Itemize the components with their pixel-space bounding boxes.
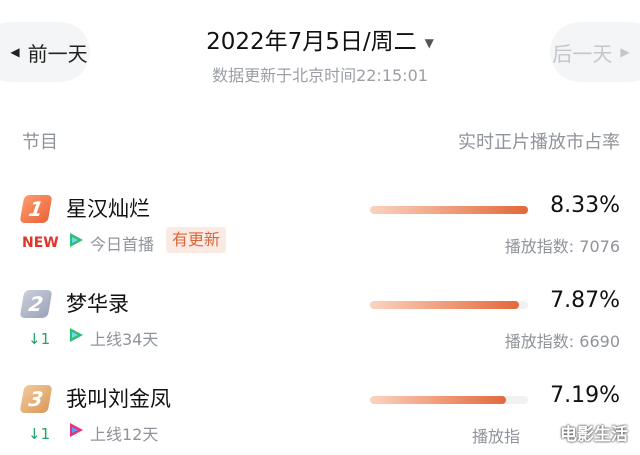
- rank-down-badge: ↓1: [28, 425, 51, 443]
- column-header-program: 节目: [22, 132, 58, 153]
- next-day-button[interactable]: 后一天 ▶: [550, 22, 640, 82]
- share-bar: [370, 396, 528, 404]
- update-tag: 有更新: [166, 227, 227, 253]
- rank-down-badge: ↓1: [28, 330, 51, 348]
- list-item[interactable]: 1 星汉灿烂 NEW 今日首播 有更新 8.33% 播放指数: 7076: [0, 193, 640, 275]
- share-bar: [370, 206, 528, 214]
- program-title[interactable]: 我叫刘金凤: [66, 383, 171, 413]
- tencent-video-icon: [70, 233, 83, 247]
- play-index: 播放指: [471, 427, 520, 446]
- share-bar-fill: [370, 206, 528, 214]
- rank-badge: 1: [19, 195, 53, 223]
- list-item[interactable]: 3 我叫刘金凤 ↓1 上线12天 7.19% 播放指: [0, 383, 640, 455]
- list-item[interactable]: 2 梦华录 ↓1 上线34天 7.87% 播放指数: 6690: [0, 288, 640, 370]
- chevron-right-icon: ▶: [620, 45, 630, 59]
- caret-down-icon: ▼: [424, 35, 434, 50]
- column-header-share: 实时正片播放市占率: [458, 132, 620, 153]
- youku-icon: [70, 423, 83, 437]
- share-percent: 7.19%: [550, 383, 620, 408]
- share-bar-fill: [370, 396, 507, 404]
- play-index: 播放指数: 6690: [504, 332, 620, 351]
- air-status: 今日首播: [90, 235, 155, 254]
- tencent-video-icon: [70, 328, 83, 342]
- share-percent: 7.87%: [550, 288, 620, 313]
- new-badge: NEW: [22, 235, 59, 251]
- air-status: 上线34天: [90, 330, 159, 349]
- update-time: 数据更新于北京时间22:15:01: [212, 66, 428, 85]
- next-day-label: 后一天: [552, 41, 613, 66]
- share-bar-fill: [370, 301, 520, 309]
- program-title[interactable]: 梦华录: [66, 288, 129, 318]
- date-label: 2022年7月5日/周二: [206, 29, 417, 55]
- rank-badge: 3: [19, 385, 53, 413]
- share-percent: 8.33%: [550, 193, 620, 218]
- share-bar: [370, 301, 528, 309]
- date-selector[interactable]: 2022年7月5日/周二 ▼: [0, 22, 640, 56]
- rank-badge: 2: [19, 290, 53, 318]
- play-index: 播放指数: 7076: [504, 237, 620, 256]
- air-status: 上线12天: [90, 425, 159, 444]
- program-title[interactable]: 星汉灿烂: [66, 193, 150, 223]
- watermark: 电影生活: [560, 425, 628, 445]
